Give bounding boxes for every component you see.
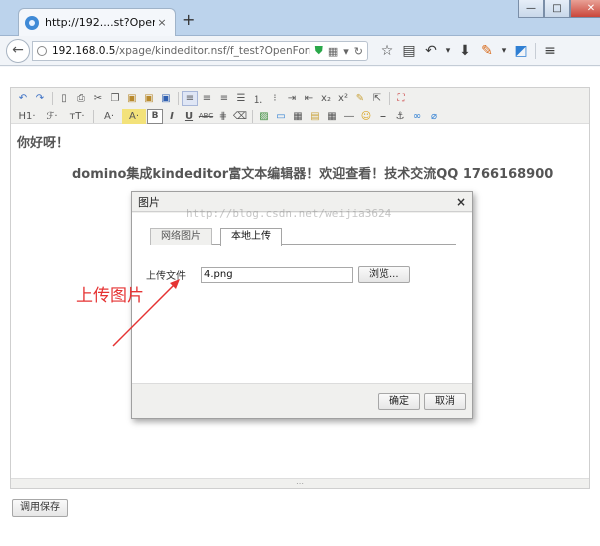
annotation-arrow [112, 279, 180, 347]
annotation-label: 上传图片 [76, 286, 144, 306]
